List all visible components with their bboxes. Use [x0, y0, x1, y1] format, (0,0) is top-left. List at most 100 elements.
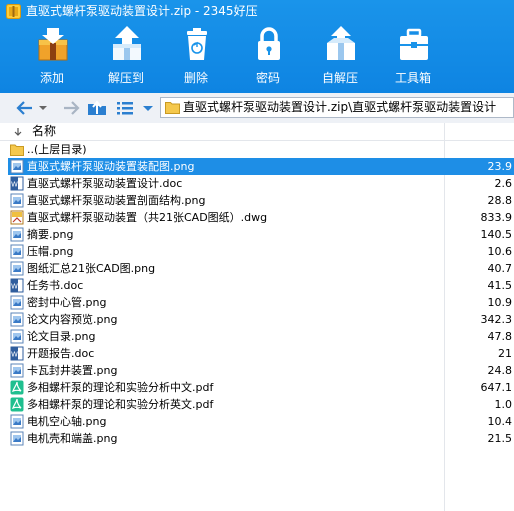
doc-file-icon: W — [10, 346, 24, 361]
png-file-icon — [10, 159, 24, 174]
file-size: 28.8 — [487, 194, 513, 207]
parent-directory-label: ..(上层目录) — [27, 143, 87, 156]
self-extract-label: 自解压 — [321, 71, 358, 85]
pdf-file-icon — [10, 397, 24, 412]
file-size: 647.1 — [480, 381, 513, 394]
file-name: 任务书.doc — [27, 279, 84, 292]
sort-arrow-icon — [14, 128, 22, 136]
add-button[interactable]: 添加 — [22, 26, 82, 90]
png-file-icon — [10, 295, 24, 310]
parent-folder-icon — [10, 144, 24, 156]
file-row[interactable]: 压帽.png 10.6 — [8, 243, 514, 260]
delete-icon — [187, 28, 207, 60]
back-dropdown-icon[interactable] — [38, 99, 48, 117]
file-row[interactable]: 论文目录.png 47.8 — [8, 328, 514, 345]
file-name: 图纸汇总21张CAD图.png — [27, 262, 156, 275]
file-row[interactable]: W 任务书.doc 41.5 — [8, 277, 514, 294]
file-name: 论文目录.png — [27, 330, 96, 343]
file-row[interactable]: W 直驱式螺杆泵驱动装置设计.doc 2.6 — [8, 175, 514, 192]
address-bar[interactable]: 直驱式螺杆泵驱动装置设计.zip\直驱式螺杆泵驱动装置设计 — [160, 97, 514, 118]
self-extract-icon — [327, 26, 355, 60]
file-row[interactable]: 直驱式螺杆泵驱动装置剖面结构.png 28.8 — [8, 192, 514, 209]
dwg-file-icon — [10, 210, 24, 225]
pdf-file-icon — [10, 380, 24, 395]
png-file-icon — [10, 244, 24, 259]
file-size: 10.6 — [487, 245, 513, 258]
parent-directory-row[interactable]: ..(上层目录) — [8, 141, 514, 158]
top-band: 直驱式螺杆泵驱动装置设计.zip - 2345好压 添加 解压到 删除 密码 自… — [0, 0, 514, 93]
file-name: 电机壳和端盖.png — [27, 432, 118, 445]
file-size: 24.8 — [487, 364, 513, 377]
extract-to-label: 解压到 — [107, 71, 144, 85]
up-folder-icon[interactable] — [86, 99, 108, 117]
column-header-name[interactable]: 名称 — [0, 123, 445, 140]
address-path: 直驱式螺杆泵驱动装置设计.zip\直驱式螺杆泵驱动装置设计 — [183, 100, 497, 114]
view-list-icon[interactable] — [116, 99, 134, 117]
file-row[interactable]: 电机空心轴.png 10.4 — [8, 413, 514, 430]
file-row[interactable]: 卡瓦封井装置.png 24.8 — [8, 362, 514, 379]
file-row[interactable]: 多相螺杆泵的理论和实验分析英文.pdf 1.0 — [8, 396, 514, 413]
file-name: 开题报告.doc — [27, 347, 95, 360]
self-extract-button[interactable]: 自解压 — [310, 26, 370, 90]
add-archive-icon — [38, 28, 68, 61]
png-file-icon — [10, 363, 24, 378]
file-name: 密封中心管.png — [27, 296, 107, 309]
folder-icon — [165, 102, 180, 114]
svg-text:W: W — [11, 283, 18, 291]
file-row[interactable]: 多相螺杆泵的理论和实验分析中文.pdf 647.1 — [8, 379, 514, 396]
file-name: 直驱式螺杆泵驱动装置设计.doc — [27, 177, 183, 190]
png-file-icon — [10, 312, 24, 327]
file-row[interactable]: 图纸汇总21张CAD图.png 40.7 — [8, 260, 514, 277]
back-arrow-icon[interactable] — [16, 99, 34, 117]
extract-to-button[interactable]: 解压到 — [95, 26, 157, 90]
toolbox-button[interactable]: 工具箱 — [383, 26, 443, 90]
png-file-icon — [10, 329, 24, 344]
file-name: 直驱式螺杆泵驱动装置（共21张CAD图纸）.dwg — [27, 211, 268, 224]
password-button-label: 密码 — [255, 71, 280, 85]
doc-file-icon: W — [10, 278, 24, 293]
file-name: 多相螺杆泵的理论和实验分析英文.pdf — [27, 398, 214, 411]
file-name: 论文内容预览.png — [27, 313, 118, 326]
file-row[interactable]: 直驱式螺杆泵驱动装置（共21张CAD图纸）.dwg 833.9 — [8, 209, 514, 226]
password-lock-icon — [258, 27, 280, 60]
add-button-label: 添加 — [39, 71, 64, 85]
file-name: 多相螺杆泵的理论和实验分析中文.pdf — [27, 381, 214, 394]
file-size: 41.5 — [487, 279, 513, 292]
file-size: 2.6 — [494, 177, 513, 190]
toolbox-icon — [400, 28, 428, 60]
file-size: 21.5 — [487, 432, 513, 445]
column-header-size[interactable] — [445, 123, 514, 140]
file-size: 10.9 — [487, 296, 513, 309]
delete-button[interactable]: 删除 — [166, 26, 226, 90]
list-header: 名称 — [0, 123, 514, 141]
file-row[interactable]: 密封中心管.png 10.9 — [8, 294, 514, 311]
forward-arrow-icon[interactable] — [62, 99, 80, 117]
png-file-icon — [10, 261, 24, 276]
file-row[interactable]: 摘要.png 140.5 — [8, 226, 514, 243]
file-row[interactable]: 电机壳和端盖.png 21.5 — [8, 430, 514, 447]
file-name: 压帽.png — [27, 245, 74, 258]
file-name: 直驱式螺杆泵驱动装置装配图.png — [27, 160, 195, 173]
file-size: 1.0 — [494, 398, 513, 411]
svg-text:W: W — [11, 351, 18, 359]
file-size: 833.9 — [480, 211, 513, 224]
png-file-icon — [10, 431, 24, 446]
file-size: 10.4 — [487, 415, 513, 428]
view-dropdown-icon[interactable] — [142, 99, 154, 117]
file-name: 电机空心轴.png — [27, 415, 107, 428]
window-title: 直驱式螺杆泵驱动装置设计.zip - 2345好压 — [26, 4, 258, 18]
extract-to-icon — [113, 26, 141, 60]
svg-text:W: W — [11, 181, 18, 189]
file-row[interactable]: W 开题报告.doc 21 — [8, 345, 514, 362]
file-size: 40.7 — [487, 262, 513, 275]
delete-button-label: 删除 — [183, 71, 208, 85]
file-row[interactable]: 直驱式螺杆泵驱动装置装配图.png 23.9 — [8, 158, 514, 175]
png-file-icon — [10, 414, 24, 429]
file-size: 21 — [498, 347, 512, 360]
column-header-name-label: 名称 — [32, 124, 57, 138]
password-button[interactable]: 密码 — [238, 26, 298, 90]
toolbox-button-label: 工具箱 — [394, 71, 431, 85]
file-row[interactable]: 论文内容预览.png 342.3 — [8, 311, 514, 328]
png-file-icon — [10, 227, 24, 242]
file-name: 直驱式螺杆泵驱动装置剖面结构.png — [27, 194, 206, 207]
